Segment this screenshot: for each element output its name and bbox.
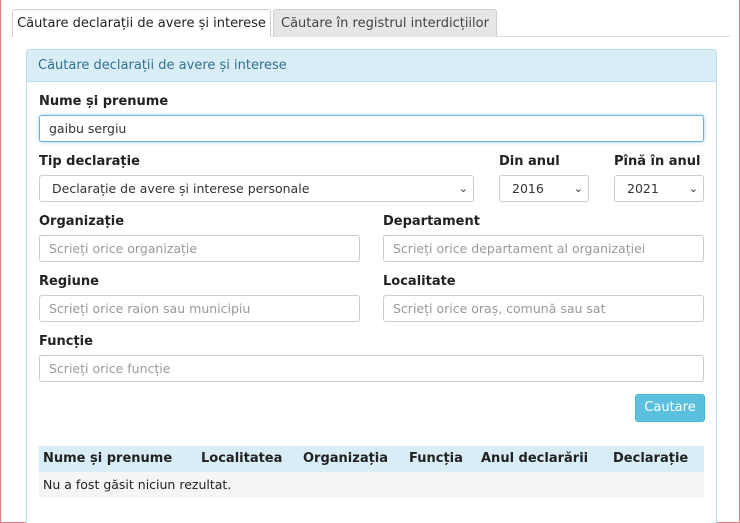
empty-result-row: Nu a fost găsit niciun rezultat. [39,472,704,498]
column-header-name: Nume și prenume [43,451,173,466]
results-table: Nume și prenume Localitatea Organizația … [39,446,704,498]
column-header-locality: Localitatea [201,451,283,466]
function-label: Funcție [39,334,93,349]
column-header-organization: Organizația [303,451,389,466]
from-year-select[interactable]: 2016 ⌄ [499,175,589,202]
type-label: Tip declarație [39,154,140,169]
to-year-label: Pînă în anul [614,154,701,169]
name-label: Nume și prenume [39,94,169,109]
organization-input[interactable]: Scrieți orice organizație [39,235,360,262]
from-year-value: 2016 [512,181,544,196]
tab-bar: Căutare declarații de avere și interese … [0,0,740,37]
chevron-down-icon: ⌄ [458,182,468,195]
region-label: Regiune [39,274,99,289]
column-header-year: Anul declarării [481,451,589,466]
column-header-function: Funcția [409,451,463,466]
tab-declarations-search[interactable]: Căutare declarații de avere și interese [12,9,271,37]
type-select-value: Declarație de avere și interese personal… [52,181,310,196]
type-select[interactable]: Declarație de avere și interese personal… [39,175,474,202]
organization-label: Organizație [39,214,125,229]
locality-label: Localitate [383,274,456,289]
to-year-select[interactable]: 2021 ⌄ [614,175,704,202]
panel-title: Căutare declarații de avere și interese [27,50,716,82]
to-year-value: 2021 [627,181,659,196]
department-input[interactable]: Scrieți orice departament al organizație… [383,235,704,262]
department-label: Departament [383,214,480,229]
region-input[interactable]: Scrieți orice raion sau municipiu [39,295,360,322]
function-input[interactable]: Scrieți orice funcție [39,355,704,382]
column-header-declaration: Declarație [613,451,689,466]
name-input[interactable]: gaibu sergiu [39,115,704,142]
tab-interdictions-registry[interactable]: Căutare în registrul interdicțiilor [273,9,497,37]
results-table-header: Nume și prenume Localitatea Organizația … [39,446,704,472]
chevron-down-icon: ⌄ [688,182,698,195]
search-button[interactable]: Cautare [635,394,705,422]
from-year-label: Din anul [499,154,560,169]
locality-input[interactable]: Scrieți orice oraș, comună sau sat [383,295,704,322]
search-panel: Căutare declarații de avere și interese … [26,49,717,523]
chevron-down-icon: ⌄ [573,182,583,195]
